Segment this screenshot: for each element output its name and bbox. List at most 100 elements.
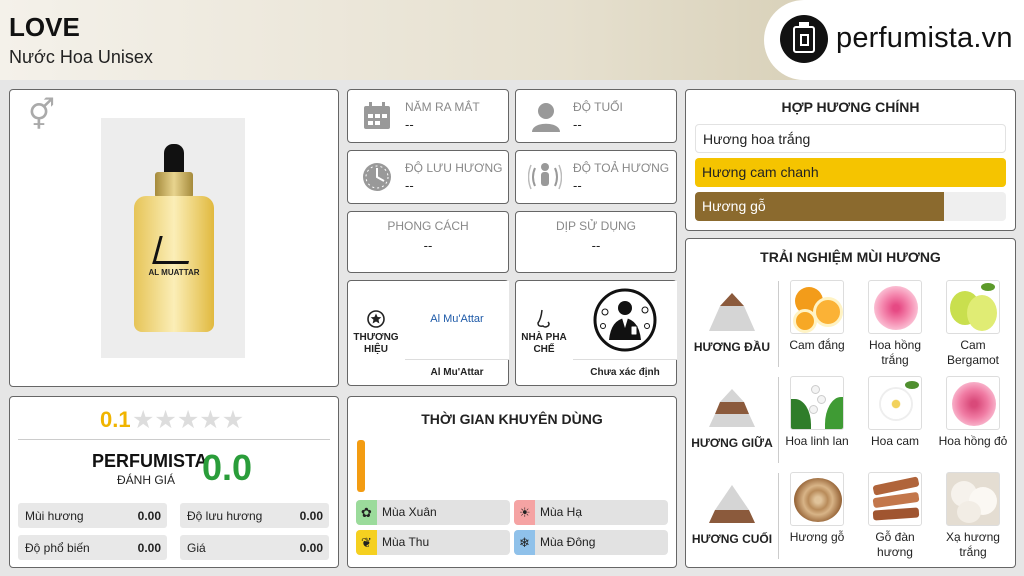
note-name: Gỗ đàn hương <box>875 530 915 559</box>
brand-calligraphy-logo-icon <box>152 236 196 264</box>
white-musk-image <box>946 472 1000 526</box>
perfume-bottle: AL MUATTAR <box>134 196 214 332</box>
style-label: PHONG CÁCH <box>387 219 469 233</box>
scent-notes-title: TRẢI NGHIỆM MÙI HƯƠNG <box>760 249 941 265</box>
stat-price: Giá 0.00 <box>180 535 329 560</box>
star-icon[interactable]: ★ <box>199 406 221 434</box>
age-value: -- <box>573 117 582 132</box>
flower-icon: ✿ <box>361 505 372 520</box>
star-icon[interactable]: ★ <box>222 406 244 434</box>
stat-longevity: Độ lưu hương 0.00 <box>180 503 329 528</box>
season-autumn: ❦ Mùa Thu <box>356 530 510 555</box>
brand-name: Al Mu'Attar <box>405 359 509 385</box>
note-item[interactable]: Cam Bergamot <box>938 280 1008 368</box>
accord-label: Hương cam chanh <box>702 164 819 180</box>
note-name: Cam đắng <box>789 338 845 352</box>
longevity-card: ĐỘ LƯU HƯƠNG -- <box>347 150 509 204</box>
launch-year-card: NĂM RA MẮT -- <box>347 89 509 143</box>
bitter-orange-image <box>790 280 844 334</box>
note-name: Hoa hồng đỏ <box>938 434 1008 448</box>
page-subtitle: Nước Hoa Unisex <box>9 47 153 67</box>
note-name: Hương gỗ <box>789 530 845 544</box>
style-value: -- <box>423 238 433 253</box>
rating-brand: PERFUMISTA <box>92 451 208 471</box>
sun-icon: ☀ <box>519 505 531 520</box>
middle-notes-pyramid-icon <box>709 389 755 427</box>
accord-bar: Hương gỗ <box>695 192 1006 221</box>
note-item[interactable]: Cam đắng <box>782 280 852 353</box>
page-title: LOVE <box>9 12 80 42</box>
season-summer: ☀ Mùa Hạ <box>514 500 668 525</box>
bottle-brand-label: AL MUATTAR <box>148 268 200 277</box>
white-rose-image <box>868 280 922 334</box>
sillage-person-icon <box>528 163 562 190</box>
perfumer-avatar <box>573 281 677 359</box>
perfumer-card[interactable]: NHÀ PHA CHẾ Chưa xác định <box>515 280 677 386</box>
perfume-bottle-logo-icon <box>780 15 828 63</box>
middle-notes-label: HƯƠNG GIỮA <box>691 436 773 450</box>
sillage-label: ĐỘ TOẢ HƯƠNG <box>573 161 670 175</box>
lily-of-the-valley-image <box>790 376 844 430</box>
launch-year-value: -- <box>405 117 414 132</box>
note-name: Hoa hồng trắng <box>868 338 922 367</box>
nose-icon <box>537 309 550 328</box>
star-rating[interactable]: ★★★★★ <box>132 405 244 435</box>
note-item[interactable]: Hoa hồng đỏ <box>938 376 1008 449</box>
star-icon[interactable]: ★ <box>132 406 154 434</box>
scent-notes-panel: TRẢI NGHIỆM MÙI HƯƠNG HƯƠNG ĐẦU Cam đắng… <box>685 238 1016 568</box>
base-notes-label: HƯƠNG CUỐI <box>691 532 773 546</box>
snowflake-icon: ❄ <box>519 535 530 550</box>
style-card: PHONG CÁCH -- <box>347 211 509 273</box>
note-item[interactable]: Hương gỗ <box>782 472 852 545</box>
accord-label: Hương hoa trắng <box>703 131 811 147</box>
user-score: 0.1 <box>100 407 131 432</box>
calendar-icon <box>364 102 390 129</box>
red-rose-image <box>946 376 1000 430</box>
time-indicator-bar <box>357 440 365 492</box>
note-name: Hoa cam <box>870 434 920 448</box>
perfumer-illustration-icon <box>593 288 657 352</box>
top-notes-pyramid-icon <box>709 293 755 331</box>
note-item[interactable]: Hoa linh lan <box>782 376 852 449</box>
note-item[interactable]: Xạ hương trắng <box>938 472 1008 560</box>
occasion-card: DỊP SỬ DỤNG -- <box>515 211 677 273</box>
sandalwood-image <box>868 472 922 526</box>
sillage-card: ĐỘ TOẢ HƯƠNG -- <box>515 150 677 204</box>
longevity-value: -- <box>405 178 414 193</box>
product-image: AL MUATTAR <box>101 118 245 358</box>
brand-label: THƯƠNG HIỆU <box>353 332 399 355</box>
longevity-label: ĐỘ LƯU HƯƠNG <box>405 161 503 175</box>
season-spring: ✿ Mùa Xuân <box>356 500 510 525</box>
star-icon[interactable]: ★ <box>177 406 199 434</box>
site-logo-text: perfumista.vn <box>836 22 1013 54</box>
note-item[interactable]: Hoa cam <box>860 376 930 449</box>
launch-year-label: NĂM RA MẮT <box>405 100 480 114</box>
note-name: Cam Bergamot <box>946 338 1000 367</box>
unisex-gender-icon: ⚥ <box>28 99 56 132</box>
occasion-value: -- <box>591 238 601 253</box>
stat-popularity: Độ phổ biến 0.00 <box>18 535 167 560</box>
site-logo[interactable]: perfumista.vn <box>764 0 1024 80</box>
occasion-label: DỊP SỬ DỤNG <box>555 219 637 233</box>
orange-blossom-image <box>868 376 922 430</box>
season-winter: ❄ Mùa Đông <box>514 530 668 555</box>
star-badge-icon <box>367 310 385 328</box>
brand-card[interactable]: THƯƠNG HIỆU Al Mu'Attar Al Mu'Attar <box>347 280 509 386</box>
note-name: Hoa linh lan <box>785 434 849 448</box>
brand-logo-text: Al Mu'Attar <box>430 313 484 325</box>
brand-logo: Al Mu'Attar <box>405 281 509 359</box>
top-notes-label: HƯƠNG ĐẦU <box>693 340 771 354</box>
star-icon[interactable]: ★ <box>154 406 176 434</box>
note-item[interactable]: Gỗ đàn hương <box>860 472 930 560</box>
main-accords-title: HỢP HƯƠNG CHÍNH <box>781 99 920 115</box>
base-notes-pyramid-icon <box>709 485 755 523</box>
user-icon <box>532 103 560 132</box>
note-name: Xạ hương trắng <box>946 530 1000 559</box>
main-accords-panel: HỢP HƯƠNG CHÍNH Hương hoa trắng Hương ca… <box>685 89 1016 231</box>
age-label: ĐỘ TUỔI <box>573 100 623 114</box>
clock-icon <box>363 163 391 191</box>
stat-scent: Mùi hương 0.00 <box>18 503 167 528</box>
leaf-icon: ❦ <box>361 535 372 550</box>
note-item[interactable]: Hoa hồng trắng <box>860 280 930 368</box>
wood-image <box>790 472 844 526</box>
